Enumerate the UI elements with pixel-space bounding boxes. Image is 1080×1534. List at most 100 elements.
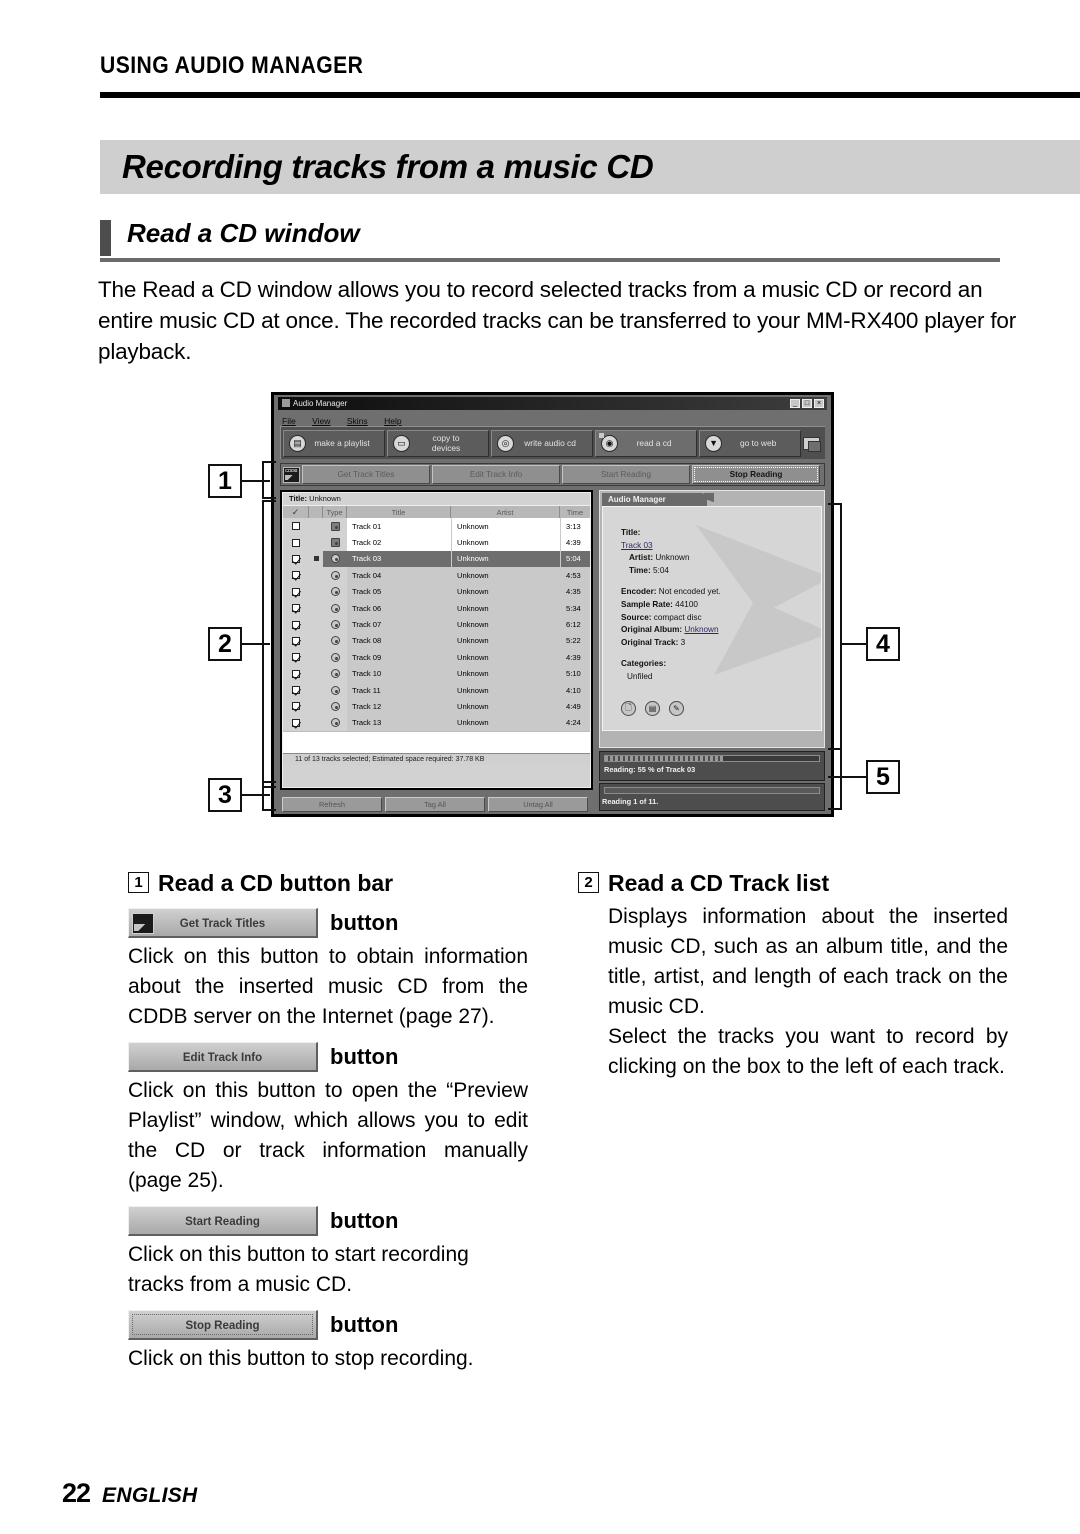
web-icon: ▼ <box>705 434 723 452</box>
track-title: Track 09 <box>352 652 382 662</box>
track-checkbox[interactable] <box>283 681 309 699</box>
table-row[interactable]: Track 06 Unknown 5:34 <box>283 599 590 617</box>
menu-file[interactable]: File <box>282 416 296 426</box>
track-checkbox[interactable] <box>283 550 309 568</box>
get-track-titles-button[interactable]: Get Track Titles <box>302 465 430 484</box>
column-blank[interactable] <box>309 506 323 518</box>
column-time[interactable]: Time <box>560 506 590 518</box>
table-row[interactable]: Track 04 Unknown 4:53 <box>283 567 590 584</box>
music-note-icon <box>323 534 347 551</box>
read-a-cd-button-bar: Get Track Titles Edit Track Info Start R… <box>280 463 825 486</box>
menu-view[interactable]: View <box>312 416 330 426</box>
cd-icon <box>323 681 347 699</box>
minimize-button[interactable]: _ <box>790 399 800 408</box>
page-title: Recording tracks from a music CD <box>122 148 654 185</box>
table-row[interactable]: Track 03 Unknown 5:04 <box>283 550 590 568</box>
track-checkbox[interactable] <box>283 649 309 666</box>
track-checkbox[interactable] <box>283 567 309 584</box>
file-icon[interactable]: 🗋 <box>621 701 636 716</box>
track-title: Track 07 <box>352 620 382 630</box>
track-title: Track 13 <box>352 718 382 728</box>
edit-track-info-button-figure[interactable]: Edit Track Info <box>128 1042 318 1072</box>
track-checkbox[interactable] <box>283 665 309 682</box>
track-marker <box>309 616 323 633</box>
table-row[interactable]: Track 01 Unknown 3:13 <box>283 518 590 535</box>
menu-skins[interactable]: Skins <box>347 416 368 426</box>
edit-icon[interactable]: ✎ <box>669 701 684 716</box>
track-checkbox[interactable] <box>283 534 309 551</box>
track-time: 5:22 <box>560 632 590 650</box>
untag-all-button[interactable]: Untag All <box>488 796 588 812</box>
table-row[interactable]: Track 13 Unknown 4:24 <box>283 714 590 732</box>
cd-icon <box>323 714 347 732</box>
track-checkbox[interactable] <box>283 698 309 715</box>
track-artist: Unknown <box>451 567 560 584</box>
overall-progress: Reading 1 of 11. <box>599 783 825 811</box>
column-check[interactable]: ✓ <box>283 506 309 518</box>
info-categories-value: Unfiled <box>627 671 653 681</box>
track-time: 3:13 <box>560 518 590 535</box>
track-progress-bar <box>604 755 820 762</box>
maximize-button[interactable]: □ <box>802 399 812 408</box>
column-type[interactable]: Type <box>323 506 347 518</box>
stop-reading-button[interactable]: Stop Reading <box>692 465 820 484</box>
info-original-album-value[interactable]: Unknown <box>684 625 718 634</box>
album-title-label: Title: <box>289 494 308 503</box>
column-artist[interactable]: Artist <box>451 506 560 518</box>
track-checkbox[interactable] <box>283 714 309 732</box>
section-left: 1 Read a CD button bar Get Track Titles … <box>128 868 528 1374</box>
track-time: 4:53 <box>560 567 590 584</box>
column-title[interactable]: Title <box>347 506 451 518</box>
track-artist: Unknown <box>451 599 560 617</box>
track-artist: Unknown <box>451 583 560 600</box>
menu-help[interactable]: Help <box>384 416 401 426</box>
table-row[interactable]: Track 11 Unknown 4:10 <box>283 681 590 699</box>
playlist-icon: ▤ <box>289 434 306 452</box>
track-checkbox[interactable] <box>283 632 309 650</box>
get-track-titles-button-figure[interactable]: Get Track Titles <box>128 908 318 945</box>
toolbar-make-a-playlist[interactable]: ▤ make a playlist <box>283 429 386 457</box>
table-row[interactable]: Track 07 Unknown 6:12 <box>283 616 590 633</box>
track-checkbox[interactable] <box>283 616 309 633</box>
stop-reading-button-figure[interactable]: Stop Reading <box>128 1310 318 1340</box>
table-row[interactable]: Track 12 Unknown 4:49 <box>283 698 590 715</box>
toolbar-write-audio-cd[interactable]: ◎ write audio cd <box>491 429 594 457</box>
section-left-number: 1 <box>128 872 149 893</box>
toolbar-read-a-cd[interactable]: ◉ read a cd <box>595 429 698 457</box>
edit-track-info-button[interactable]: Edit Track Info <box>432 465 560 484</box>
info-panel-fields: Title: Track 03 Artist: Unknown Time: 5:… <box>621 527 721 684</box>
section-heading: Read a CD window <box>100 218 1080 260</box>
info-title-value[interactable]: Track 03 <box>621 541 653 550</box>
start-reading-button-figure[interactable]: Start Reading <box>128 1206 318 1236</box>
track-artist: Unknown <box>451 698 560 715</box>
start-reading-button[interactable]: Start Reading <box>562 465 690 484</box>
table-row[interactable]: Track 02 Unknown 4:39 <box>283 534 590 551</box>
track-checkbox[interactable] <box>283 583 309 600</box>
info-sample-rate-label: Sample Rate: <box>621 599 673 609</box>
close-button[interactable]: × <box>814 399 824 408</box>
page-language: ENGLISH <box>102 1484 198 1507</box>
cddb-icon <box>283 466 300 483</box>
minimize-skin-icon[interactable] <box>803 436 822 452</box>
page-number: 22 <box>62 1478 91 1508</box>
refresh-button[interactable]: Refresh <box>282 796 382 812</box>
tag-all-button[interactable]: Tag All <box>385 796 485 812</box>
table-row[interactable]: Track 10 Unknown 5:10 <box>283 665 590 682</box>
save-icon[interactable]: ▤ <box>645 701 660 716</box>
track-checkbox[interactable] <box>283 518 309 535</box>
info-panel-tab[interactable]: Audio Manager <box>602 493 714 506</box>
toolbar-copy-to-devices[interactable]: ▭ copy to devices <box>387 429 490 457</box>
section-right-number: 2 <box>578 872 599 893</box>
main-toolbar: ▤ make a playlist ▭ copy to devices ◎ wr… <box>280 426 825 459</box>
toolbar-go-to-web[interactable]: ▼ go to web <box>699 429 802 457</box>
table-row[interactable]: Track 05 Unknown 4:35 <box>283 583 590 600</box>
track-checkbox[interactable] <box>283 599 309 617</box>
track-title: Track 12 <box>352 701 382 711</box>
table-row[interactable]: Track 08 Unknown 5:22 <box>283 632 590 650</box>
info-time-label: Time: <box>629 565 651 575</box>
chapter-title-band: Recording tracks from a music CD <box>100 140 1080 194</box>
table-row[interactable]: Track 09 Unknown 4:39 <box>283 649 590 666</box>
edit-track-info-row: Edit Track Info button <box>128 1042 528 1072</box>
callout-4-line <box>840 643 868 645</box>
track-list-status: 11 of 13 tracks selected; Estimated spac… <box>283 753 590 766</box>
